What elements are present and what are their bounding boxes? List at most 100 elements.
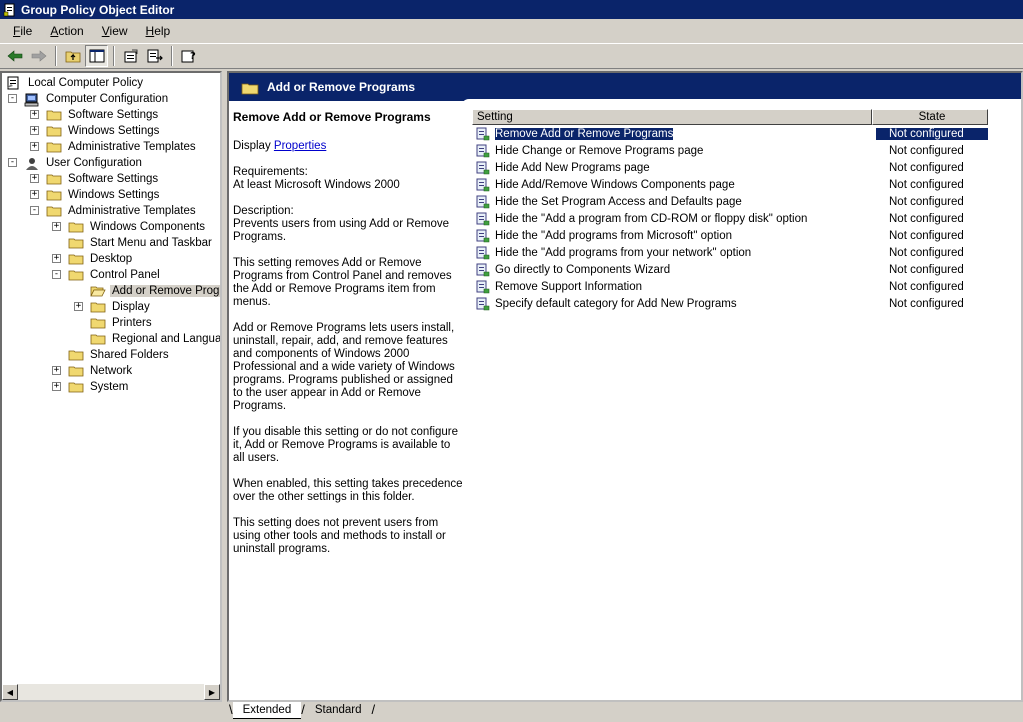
description-paragraph: If you disable this setting or do not co… — [233, 426, 459, 464]
menu-bar: File Action View Help — [0, 21, 1023, 41]
tree-item[interactable]: - Computer Configuration — [8, 91, 170, 107]
help-icon: ? — [181, 50, 196, 63]
collapse-icon[interactable]: - — [8, 94, 17, 103]
column-header-setting[interactable]: Setting — [472, 109, 872, 125]
setting-cell: Hide Add New Programs page — [472, 161, 876, 175]
toolbar-separator — [113, 46, 115, 66]
column-header-state[interactable]: State — [872, 109, 988, 125]
tree-item[interactable]: + Network — [52, 363, 134, 379]
policy-setting-icon — [476, 195, 490, 209]
folder-icon — [46, 109, 62, 121]
settings-list: Setting State Remove Add or Remove Progr… — [472, 109, 1021, 312]
up-one-level-button[interactable] — [61, 45, 84, 67]
tree-item[interactable]: + Software Settings — [30, 107, 160, 123]
collapse-icon[interactable]: - — [52, 270, 61, 279]
setting-cell: Hide Add/Remove Windows Components page — [472, 178, 876, 192]
expand-icon[interactable]: + — [52, 382, 61, 391]
setting-row[interactable]: Hide the Set Program Access and Defaults… — [472, 193, 1021, 210]
expand-icon[interactable]: + — [30, 126, 39, 135]
setting-state: Not configured — [889, 178, 964, 191]
folder-icon — [68, 253, 84, 265]
toolbar: ? — [0, 43, 1023, 69]
tree-item[interactable]: Printers — [90, 315, 154, 331]
setting-state: Not configured — [889, 246, 964, 259]
folder-icon — [46, 205, 62, 217]
expand-icon[interactable]: + — [30, 190, 39, 199]
tree-root[interactable]: Local Computer Policy — [6, 75, 145, 91]
setting-state: Not configured — [889, 144, 964, 157]
tree-item[interactable]: + System — [52, 379, 130, 395]
setting-row[interactable]: Go directly to Components Wizard Not conf… — [472, 261, 1021, 278]
setting-row[interactable]: Hide Change or Remove Programs page Not c… — [472, 142, 1021, 159]
expand-icon[interactable]: + — [30, 110, 39, 119]
tree-item[interactable]: - Administrative Templates — [30, 203, 198, 219]
setting-row[interactable]: Hide the "Add programs from your network… — [472, 244, 1021, 261]
back-arrow-icon — [7, 50, 22, 62]
setting-name: Hide the "Add a program from CD-ROM or f… — [495, 212, 808, 225]
tree-label: Administrative Templates — [68, 205, 196, 217]
tree-label: Network — [90, 365, 133, 377]
properties-link[interactable]: Properties — [274, 140, 326, 152]
tree-item[interactable]: + Administrative Templates — [30, 139, 198, 155]
expand-icon[interactable]: + — [30, 174, 39, 183]
tree-item[interactable]: + Windows Settings — [30, 123, 161, 139]
tree-item[interactable]: + Display — [74, 299, 152, 315]
collapse-icon[interactable]: - — [8, 158, 17, 167]
show-hide-tree-button[interactable] — [85, 45, 108, 67]
scroll-left-icon[interactable]: ◀ — [2, 684, 18, 700]
tree-item[interactable]: Add or Remove Programs — [90, 283, 220, 299]
help-button[interactable]: ? — [177, 45, 200, 67]
tab-standard[interactable]: Standard — [305, 702, 372, 718]
setting-cell: Hide the Set Program Access and Defaults… — [472, 195, 876, 209]
expand-icon[interactable]: + — [74, 302, 83, 311]
setting-row[interactable]: Specify default category for Add New Pro… — [472, 295, 1021, 312]
policy-setting-icon — [476, 178, 490, 192]
tree-item[interactable]: Regional and Language Options — [90, 331, 220, 347]
policy-setting-icon — [476, 263, 490, 277]
policy-setting-icon — [476, 127, 490, 141]
tree-label: Add or Remove Programs — [110, 285, 220, 297]
setting-row[interactable]: Remove Add or Remove Programs Not configu… — [472, 125, 1021, 142]
tree-label: Windows Settings — [68, 125, 160, 137]
setting-name: Hide the "Add programs from Microsoft" o… — [495, 229, 732, 242]
policy-setting-icon — [476, 144, 490, 158]
expand-icon[interactable]: + — [52, 254, 61, 263]
properties-button[interactable] — [119, 45, 142, 67]
tab-extended[interactable]: Extended — [232, 702, 302, 719]
expand-icon[interactable]: + — [52, 222, 61, 231]
policy-setting-icon — [476, 212, 490, 226]
tree-item[interactable]: + Software Settings — [30, 171, 160, 187]
collapse-icon[interactable]: - — [30, 206, 39, 215]
tree-item[interactable]: Start Menu and Taskbar — [68, 235, 214, 251]
show-hide-tree-icon — [89, 49, 104, 63]
setting-row[interactable]: Hide the "Add a program from CD-ROM or f… — [472, 210, 1021, 227]
tree-item[interactable]: Shared Folders — [68, 347, 171, 363]
tree-label: Display — [112, 301, 150, 313]
menu-view[interactable]: View — [93, 22, 137, 40]
setting-row[interactable]: Hide the "Add programs from Microsoft" o… — [472, 227, 1021, 244]
setting-state: Not configured — [889, 161, 964, 174]
forward-button[interactable] — [27, 45, 50, 67]
tree-item[interactable]: + Windows Components — [52, 219, 207, 235]
expand-icon[interactable]: + — [52, 366, 61, 375]
tree-item[interactable]: - User Configuration — [8, 155, 144, 171]
tree-pane[interactable]: Local Computer Policy - Computer Configur… — [0, 71, 222, 702]
back-button[interactable] — [3, 45, 26, 67]
folder-icon — [68, 381, 84, 393]
folder-icon — [68, 221, 84, 233]
setting-row[interactable]: Hide Add New Programs page Not configured — [472, 159, 1021, 176]
menu-file[interactable]: File — [4, 22, 41, 40]
setting-row[interactable]: Hide Add/Remove Windows Components page N… — [472, 176, 1021, 193]
tree-item[interactable]: + Desktop — [52, 251, 134, 267]
setting-row[interactable]: Remove Support Information Not configured — [472, 278, 1021, 295]
scroll-right-icon[interactable]: ▶ — [204, 684, 220, 700]
tree-item[interactable]: - Control Panel — [52, 267, 162, 283]
tree-horizontal-scrollbar[interactable]: ◀ ▶ — [2, 684, 220, 700]
export-list-button[interactable] — [143, 45, 166, 67]
tree-item[interactable]: + Windows Settings — [30, 187, 161, 203]
expand-icon[interactable]: + — [30, 142, 39, 151]
setting-state: Not configured — [889, 212, 964, 225]
setting-name: Hide Add New Programs page — [495, 161, 650, 174]
menu-help[interactable]: Help — [137, 22, 180, 40]
menu-action[interactable]: Action — [41, 22, 92, 40]
